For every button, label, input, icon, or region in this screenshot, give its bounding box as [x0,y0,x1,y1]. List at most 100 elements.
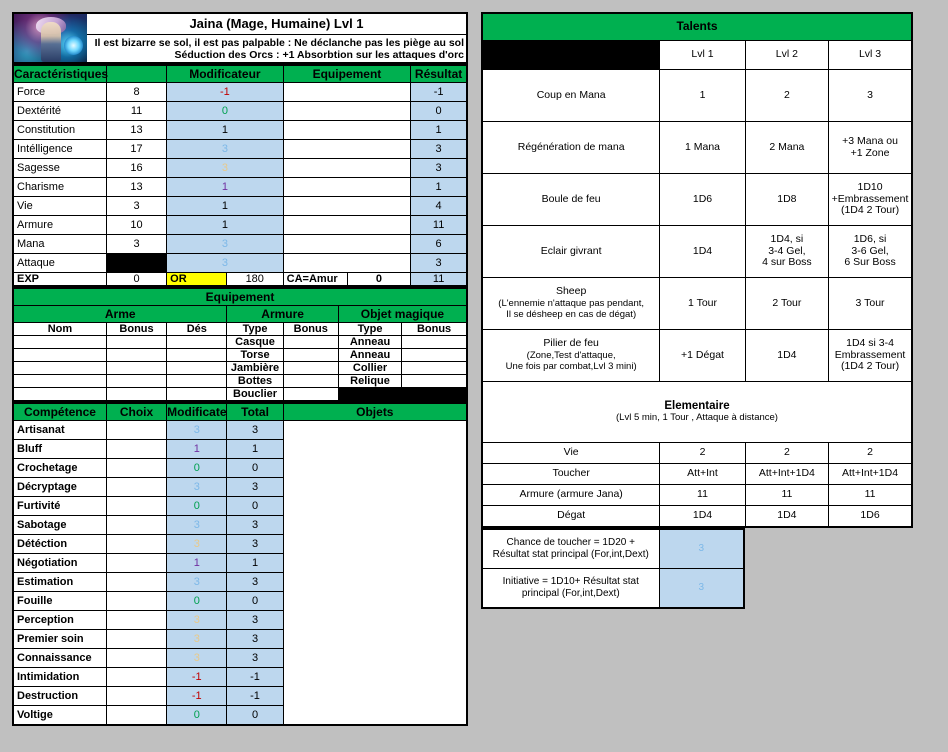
equipment-arme-bonus[interactable] [105,335,168,349]
skills-objets-cell[interactable] [282,420,468,726]
stat-equipment[interactable] [282,177,412,197]
equipment-arme-bonus[interactable] [105,348,168,362]
skill-choix[interactable] [105,458,168,478]
skill-choix[interactable] [105,572,168,592]
equipment-col-bonus-magique: Bonus [401,322,468,336]
skill-choix[interactable] [105,534,168,554]
skill-choix[interactable] [105,439,168,459]
skill-choix[interactable] [105,496,168,516]
stat-value[interactable]: 8 [105,82,168,102]
skill-choix[interactable] [105,705,168,726]
stat-value[interactable]: 3 [105,234,168,254]
equipment-magique-bonus[interactable] [401,374,468,388]
skill-choix[interactable] [105,477,168,497]
equipment-arme-nom[interactable] [12,374,107,388]
skill-choix[interactable] [105,610,168,630]
talents-title: Talents [481,12,913,41]
stat-value[interactable]: 16 [105,158,168,178]
stat-equipment[interactable] [282,120,412,140]
stat-equipment[interactable] [282,139,412,159]
skill-name: Sabotage [12,515,107,535]
elemental-lvl3-value: 1D6 [828,505,913,528]
equipment-arme-nom[interactable] [12,348,107,362]
stat-equipment[interactable] [282,253,412,273]
skill-choix[interactable] [105,629,168,649]
elemental-lvl2-value: Att+Int+1D4 [744,463,830,485]
equipment-col-des: Dés [166,322,228,336]
stat-name: Intélligence [12,139,107,159]
equipment-arme-bonus[interactable] [105,387,168,402]
character-note-1: Il est bizarre se sol, il est pas palpab… [94,36,464,49]
equipment-arme-des[interactable] [166,348,228,362]
equipment-magique-bonus[interactable] [401,335,468,349]
equipment-magique-bonus[interactable] [401,361,468,375]
equipment-arme-bonus[interactable] [105,361,168,375]
talent-name: Régénération de mana [481,121,661,174]
stat-modifier: 3 [166,139,284,159]
equipment-arme-nom[interactable] [12,335,107,349]
skill-choix[interactable] [105,591,168,611]
skill-name: Furtivité [12,496,107,516]
stat-value[interactable]: 11 [105,101,168,121]
gold-value[interactable]: 180 [226,273,283,285]
skill-total: 3 [226,477,284,497]
skill-modifier: -1 [166,667,228,687]
skill-modifier: 3 [166,572,228,592]
skill-choix[interactable] [105,553,168,573]
stat-name: Force [12,82,107,102]
talents-table: Talents Lvl 1 Lvl 2 Lvl 3 Coup en Mana 1 2… [481,12,913,528]
talent-lvl2-value: 2 Mana [744,121,830,174]
character-note-2: Séduction des Orcs : +1 Absorbtion sur l… [174,48,464,61]
equipment-armure-bonus[interactable] [282,348,339,362]
stat-equipment[interactable] [282,82,412,102]
equipment-arme-des[interactable] [166,374,228,388]
talent-name-text: Pilier de feu [543,337,599,350]
skill-choix[interactable] [105,667,168,687]
formula-row: Initiative = 1D10+ Résultat stat principa… [481,568,745,609]
exp-value[interactable]: 0 [105,272,168,287]
stat-equipment[interactable] [282,158,412,178]
equipment-armure-bonus[interactable] [282,361,339,375]
equipment-arme-des[interactable] [166,387,228,402]
exp-result: 11 [410,272,468,287]
equipment-arme-nom[interactable] [12,387,107,402]
stat-equipment[interactable] [282,234,412,254]
equipment-group-armure: Armure [226,305,339,323]
formula-row: Chance de toucher = 1D20 + Résultat stat … [481,528,745,569]
ca-value[interactable]: 0 [347,273,411,285]
stat-value[interactable]: 13 [105,120,168,140]
stat-equipment[interactable] [282,196,412,216]
stat-row: Attaque 3 3 [12,253,468,273]
talent-row: Sheep (L'ennemie n'attaque pas pendant, Il… [481,277,913,330]
equipment-magique-bonus[interactable] [401,348,468,362]
stat-name: Vie [12,196,107,216]
equipment-arme-bonus[interactable] [105,374,168,388]
stat-value[interactable]: 17 [105,139,168,159]
skill-modifier: 3 [166,515,228,535]
skill-choix[interactable] [105,648,168,668]
skill-choix[interactable] [105,686,168,706]
talents-body: Coup en Mana 1 2 3 Régénération de mana 1 Man… [481,69,913,382]
equipment-arme-des[interactable] [166,335,228,349]
skill-name: Bluff [12,439,107,459]
skills-body: Artisanat 3 3 Bluff 1 1 Crochetage 0 0 Décryptage… [12,420,468,726]
skill-choix[interactable] [105,420,168,440]
skill-choix[interactable] [105,515,168,535]
stat-value[interactable]: 3 [105,196,168,216]
equipment-col-bonus-armure: Bonus [282,322,339,336]
stat-equipment[interactable] [282,215,412,235]
equipment-armure-bonus[interactable] [282,387,339,402]
ca-label: CA=Amur [283,273,348,285]
equipment-arme-des[interactable] [166,361,228,375]
talent-name: Eclair givrant [481,225,661,278]
talent-lvl3-value: +3 Mana ou +1 Zone [828,121,913,174]
skill-modifier: 0 [166,705,228,726]
stat-value[interactable]: 13 [105,177,168,197]
stat-value[interactable]: 10 [105,215,168,235]
stat-equipment[interactable] [282,101,412,121]
equipment-arme-nom[interactable] [12,361,107,375]
gold-label: OR [167,273,227,285]
equipment-armure-bonus[interactable] [282,374,339,388]
equipment-armure-bonus[interactable] [282,335,339,349]
skill-name: Décryptage [12,477,107,497]
